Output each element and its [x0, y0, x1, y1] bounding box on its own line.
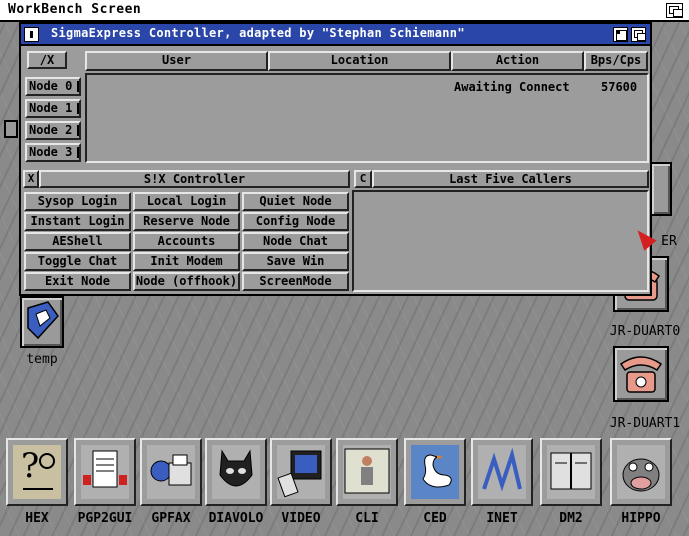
dock-tile — [336, 438, 398, 506]
screen-depth-gadget-icon[interactable] — [666, 3, 683, 18]
column-header-location[interactable]: Location — [268, 51, 451, 71]
dock-item-video[interactable]: VIDEO — [270, 438, 332, 526]
network-icon — [478, 445, 526, 499]
partial-device-icon — [650, 162, 672, 216]
callers-toggle-button[interactable]: C — [354, 170, 372, 188]
node-status-list[interactable]: Awaiting Connect 57600 — [85, 73, 649, 163]
node-chat-button[interactable]: Node Chat — [242, 232, 349, 251]
node-button-3[interactable]: Node 3 — [25, 143, 81, 162]
node-button-1[interactable]: Node 1 — [25, 99, 81, 118]
init-modem-button[interactable]: Init Modem — [133, 252, 240, 271]
zoom-icon[interactable] — [613, 27, 628, 42]
devil-mask-icon — [212, 445, 260, 499]
column-header-user[interactable]: User — [85, 51, 268, 71]
screen-title-bar: WorkBench Screen — [0, 0, 689, 22]
dock-label: HEX — [25, 511, 49, 526]
dock-tile — [404, 438, 466, 506]
telephone-icon — [613, 346, 669, 402]
controller-window[interactable]: SigmaExpress Controller, adapted by "Ste… — [19, 22, 652, 296]
node-offhook-button[interactable]: Node (offhook) — [133, 272, 240, 291]
directory-manager-icon — [547, 445, 595, 499]
dock-item-hex[interactable]: ? HEX — [6, 438, 68, 526]
desktop-icon-label: temp — [26, 352, 58, 367]
screenmode-button[interactable]: ScreenMode — [242, 272, 349, 291]
disk-drawer-icon — [20, 296, 64, 348]
reserve-node-button[interactable]: Reserve Node — [133, 212, 240, 231]
aeshell-button[interactable]: AEShell — [24, 232, 131, 251]
column-header-action[interactable]: Action — [451, 51, 584, 71]
controller-toggle-button[interactable]: X — [23, 170, 39, 188]
desktop-icon-partial-left[interactable] — [4, 120, 18, 138]
depth-icon[interactable] — [631, 27, 646, 42]
desktop-icon-er-partial[interactable] — [650, 162, 672, 222]
document-lock-icon — [81, 445, 129, 499]
window-title-bar[interactable]: SigmaExpress Controller, adapted by "Ste… — [21, 24, 650, 46]
local-login-button[interactable]: Local Login — [133, 192, 240, 211]
hippo-icon — [617, 445, 665, 499]
fax-icon — [147, 445, 195, 499]
television-icon — [277, 445, 325, 499]
dock-tile — [205, 438, 267, 506]
save-win-button[interactable]: Save Win — [242, 252, 349, 271]
dock-tile — [540, 438, 602, 506]
sysop-login-button[interactable]: Sysop Login — [24, 192, 131, 211]
dock-item-pgp2gui[interactable]: PGP2GUI — [74, 438, 136, 526]
exit-node-button[interactable]: Exit Node — [24, 272, 131, 291]
config-node-button[interactable]: Config Node — [242, 212, 349, 231]
dock-tile — [74, 438, 136, 506]
screen-title: WorkBench Screen — [8, 2, 142, 17]
accounts-button[interactable]: Accounts — [133, 232, 240, 251]
dock-tile — [471, 438, 533, 506]
toggle-chat-button[interactable]: Toggle Chat — [24, 252, 131, 271]
desktop-icon-er-label: ER — [661, 234, 677, 249]
callers-section-title: Last Five Callers — [372, 170, 649, 188]
desktop-icon-jr-duart1[interactable]: JR-DUART1 — [605, 346, 685, 431]
swan-icon — [411, 445, 459, 499]
dock-tile — [610, 438, 672, 506]
dock-label: CLI — [355, 511, 379, 526]
shell-window-icon — [343, 445, 391, 499]
close-icon[interactable] — [24, 27, 39, 42]
quiet-node-button[interactable]: Quiet Node — [242, 192, 349, 211]
dock-label: INET — [486, 511, 518, 526]
dock-item-cli[interactable]: CLI — [336, 438, 398, 526]
desktop-icon-temp[interactable]: temp — [18, 296, 66, 368]
column-header-bps[interactable]: Bps/Cps — [584, 51, 648, 71]
instant-login-button[interactable]: Instant Login — [24, 212, 131, 231]
window-title: SigmaExpress Controller, adapted by "Ste… — [51, 26, 465, 40]
dock-item-diavolo[interactable]: DIAVOLO — [205, 438, 267, 526]
dock-item-inet[interactable]: INET — [471, 438, 533, 526]
node-button-2[interactable]: Node 2 — [25, 121, 81, 140]
node0-status: Awaiting Connect — [454, 80, 570, 94]
hex-icon: ? — [13, 445, 61, 499]
node0-bps: 57600 — [601, 80, 638, 94]
node-button-0[interactable]: Node 0 — [25, 77, 81, 96]
svg-text:?: ? — [21, 446, 39, 486]
dock-item-dm2[interactable]: DM2 — [540, 438, 602, 526]
last-callers-list[interactable] — [352, 190, 649, 292]
dock-label: HIPPO — [621, 511, 661, 526]
desktop-icon-label: JR-DUART0 — [609, 324, 681, 339]
dock-item-gpfax[interactable]: GPFAX — [140, 438, 202, 526]
dock-item-ced[interactable]: CED — [404, 438, 466, 526]
dock-tile — [140, 438, 202, 506]
dock-item-hippo[interactable]: HIPPO — [610, 438, 672, 526]
corner-toggle-button[interactable]: /X — [27, 51, 67, 69]
desktop-icon-label: JR-DUART1 — [609, 416, 681, 431]
dock-tile: ? — [6, 438, 68, 506]
controller-section-title: S!X Controller — [39, 170, 350, 188]
dock-label: DM2 — [559, 511, 583, 526]
dock-tile — [270, 438, 332, 506]
